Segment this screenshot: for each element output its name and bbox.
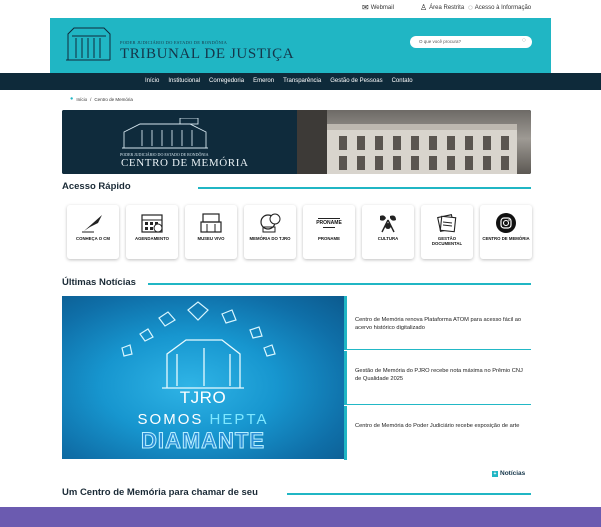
- card-label: MUSEU VIVO: [197, 236, 225, 241]
- image-text-tjro: TJRO: [179, 388, 227, 407]
- news-rule: [148, 283, 531, 285]
- restricted-area-label: Área Restrita: [429, 5, 465, 11]
- card-label: CENTRO DE MEMÓRIA: [482, 236, 530, 241]
- org-subtitle: Poder Judiciário do Estado de Rondônia: [120, 40, 228, 45]
- memory-center-building-icon: [122, 118, 208, 149]
- more-news-label: Notícias: [500, 470, 526, 477]
- card-museu-vivo[interactable]: MUSEU VIVO: [185, 205, 237, 259]
- card-proname[interactable]: PRONAME PRONAME: [303, 205, 355, 259]
- user-icon: ♙: [420, 3, 428, 12]
- courthouse-logo-icon[interactable]: [64, 24, 112, 64]
- news-item-title[interactable]: Gestão de Memória do PJRO recebe nota má…: [355, 367, 529, 383]
- historic-building-photo: [297, 110, 517, 174]
- museum-icon: [185, 212, 237, 234]
- card-conheca-cm[interactable]: CONHEÇA O CM: [67, 205, 119, 259]
- nav-item-institucional[interactable]: Institucional: [168, 78, 200, 84]
- nav-item-corregedoria[interactable]: Corregedoria: [209, 78, 244, 84]
- card-label: GESTÃO DOCUMENTAL: [431, 236, 463, 247]
- breadcrumb: ● Início / Centro de Memória: [70, 96, 133, 102]
- culture-icon: [362, 212, 414, 234]
- footer-band: [0, 507, 601, 527]
- webmail-link[interactable]: ✉ Webmail: [362, 3, 394, 12]
- quick-access-cards: CONHEÇA O CM AGENDAMENTO MUSEU VIVO MEMÓ…: [67, 205, 537, 260]
- nav-item-inicio[interactable]: Início: [145, 78, 159, 84]
- restricted-area-link[interactable]: ♙ Área Restrita: [420, 3, 465, 12]
- card-gestao-documental[interactable]: GESTÃO DOCUMENTAL: [421, 205, 473, 259]
- banner-title: Centro de Memória: [121, 157, 249, 169]
- news-item-title[interactable]: Centro de Memória do Poder Judiciário re…: [355, 422, 529, 430]
- card-label: AGENDAMENTO: [134, 236, 170, 241]
- mail-icon: ✉: [362, 3, 369, 12]
- news-item-title[interactable]: Centro de Memória renova Plataforma ATOM…: [355, 316, 529, 332]
- banner-logo-panel: Poder Judiciário do Estado de Rondônia C…: [62, 110, 297, 174]
- org-title[interactable]: Tribunal de Justiça: [120, 46, 294, 63]
- access-info-link[interactable]: ◌ Acesso à Informação: [468, 3, 532, 12]
- banner-photo: [297, 110, 531, 174]
- plus-icon: +: [492, 470, 498, 477]
- image-text-somos-hepta: SOMOS HEPTA: [62, 411, 344, 428]
- card-label: PRONAME: [318, 236, 340, 241]
- main-nav: Início Institucional Corregedoria Emeron…: [0, 73, 601, 90]
- card-label: CONHEÇA O CM: [76, 236, 110, 241]
- access-info-label: Acesso à Informação: [474, 5, 532, 11]
- breadcrumb-separator: /: [90, 96, 92, 102]
- image-text-somos: SOMOS: [137, 411, 210, 428]
- bottom-section-title: Um Centro de Memória para chamar de seu: [62, 487, 258, 498]
- location-pin-icon: ●: [70, 96, 74, 102]
- calendar-icon: [126, 212, 178, 234]
- proname-logo-text: PRONAME: [316, 220, 342, 226]
- news-item[interactable]: Centro de Memória do Poder Judiciário re…: [344, 406, 531, 460]
- instagram-icon: [480, 212, 532, 234]
- search-icon[interactable]: ○: [522, 37, 526, 44]
- nav-item-transparencia[interactable]: Transparência: [283, 78, 321, 84]
- nav-item-contato[interactable]: Contato: [392, 78, 413, 84]
- card-memoria-tjro[interactable]: MEMÓRIA DO TJRO: [244, 205, 296, 259]
- nav-item-emeron[interactable]: Emeron: [253, 78, 274, 84]
- memory-icon: [244, 212, 296, 234]
- news-title: Últimas Notícias: [62, 277, 136, 288]
- quick-access-rule: [198, 187, 531, 189]
- card-centro-memoria[interactable]: CENTRO DE MEMÓRIA: [480, 205, 532, 259]
- card-cultura[interactable]: CULTURA: [362, 205, 414, 259]
- site-header: Poder Judiciário do Estado de Rondônia T…: [50, 18, 551, 73]
- webmail-label: Webmail: [370, 5, 394, 11]
- news-item[interactable]: Centro de Memória renova Plataforma ATOM…: [344, 296, 531, 350]
- news-list: Centro de Memória renova Plataforma ATOM…: [344, 296, 531, 460]
- image-text-diamante: DIAMANTE: [140, 428, 266, 454]
- search-input[interactable]: O que você procura? ○: [410, 36, 532, 48]
- quick-access-title: Acesso Rápido: [62, 181, 131, 192]
- image-text-hepta: HEPTA: [209, 411, 269, 428]
- quill-icon: [67, 212, 119, 234]
- breadcrumb-home[interactable]: Início: [76, 97, 87, 102]
- card-label: CULTURA: [377, 236, 399, 241]
- utility-bar: ✉ Webmail ♙ Área Restrita ◌ Acesso à Inf…: [0, 0, 601, 18]
- search-placeholder: O que você procura?: [419, 39, 462, 44]
- card-label: MEMÓRIA DO TJRO: [249, 236, 291, 241]
- proname-icon: PRONAME: [303, 212, 355, 234]
- bottom-section-rule: [287, 493, 531, 495]
- page: ✉ Webmail ♙ Área Restrita ◌ Acesso à Inf…: [0, 0, 601, 527]
- hero-banner: Poder Judiciário do Estado de Rondônia C…: [62, 110, 531, 174]
- nav-item-gestao-pessoas[interactable]: Gestão de Pessoas: [330, 78, 382, 84]
- card-agendamento[interactable]: AGENDAMENTO: [126, 205, 178, 259]
- breadcrumb-current: Centro de Memória: [94, 96, 133, 102]
- news-featured-image[interactable]: TJRO SOMOS HEPTA DIAMANTE: [62, 296, 344, 459]
- chat-bubble-icon: ◌: [468, 3, 473, 12]
- documents-icon: [421, 212, 473, 234]
- news-item[interactable]: Gestão de Memória do PJRO recebe nota má…: [344, 351, 531, 405]
- nav-list: Início Institucional Corregedoria Emeron…: [145, 78, 413, 84]
- more-news-link[interactable]: + Notícias: [492, 470, 525, 477]
